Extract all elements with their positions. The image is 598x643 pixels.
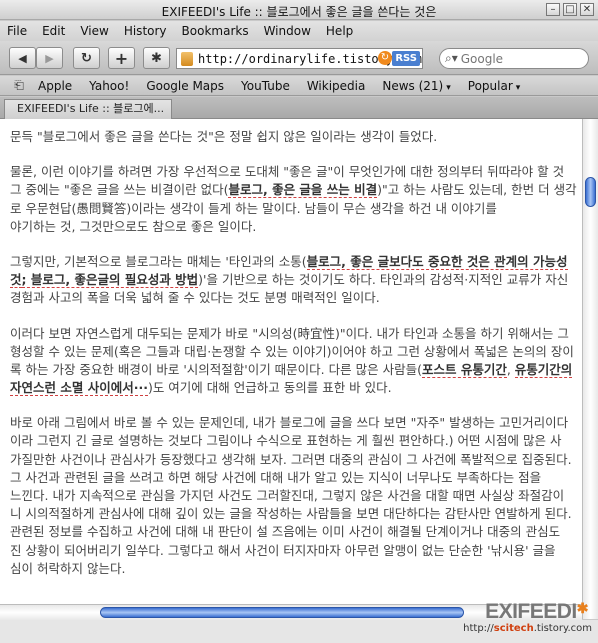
paragraph-line: 경험과 사고의 폭을 더욱 넓혀 줄 수 있다는 것도 분명 매력적인 일이다.	[10, 290, 380, 306]
menu-window[interactable]: Window	[264, 24, 311, 38]
bookmark-popular-label: Popular	[467, 78, 513, 93]
paragraph-line: 것; 블로그, 좋은글의 필요성과 방법)'을 기반으로 하는 것이기도 하다.…	[10, 271, 582, 289]
bug-icon: ✱	[151, 50, 162, 66]
menu-help[interactable]: Help	[326, 24, 353, 38]
article-body: 문득 "블로그에서 좋은 글을 쓴다는 것"은 정말 쉽지 않은 일이라는 생각…	[10, 128, 582, 578]
bookmark-apple[interactable]: Apple	[38, 79, 72, 93]
url-bold: scitech	[493, 623, 534, 634]
bookmark-popular[interactable]: Popular ▾	[468, 79, 521, 93]
menu-bar: File Edit View History Bookmarks Window …	[0, 21, 598, 41]
paragraph-line: 물론, 이런 이야기를 하려면 가장 우선적으로 도대체 "좋은 글"이 무엇인…	[10, 164, 565, 180]
paragraph-line: 록 하는 가장 중요한 배경이 바로 '시의적절함'이기 때문이다. 다른 많은…	[10, 361, 582, 379]
paragraph-line: 야기하는 것, 그것만으로도 참으로 좋은 일이다.	[10, 218, 257, 234]
add-bookmark-button[interactable]: +	[108, 47, 135, 69]
logo-text: EXIFEEDI	[485, 600, 577, 623]
window-title: EXIFEEDI's Life :: 블로그에서 좋은 글을 쓴다는 것은	[161, 5, 437, 19]
bookmark-wikipedia[interactable]: Wikipedia	[307, 79, 366, 93]
bookmark-news[interactable]: News (21) ▾	[382, 79, 450, 93]
article-link[interactable]: ; 블로그, 좋은글의 필요성과 방법	[21, 272, 199, 289]
bug-report-button[interactable]: ✱	[143, 47, 170, 69]
chevron-down-icon: ▾	[446, 82, 451, 93]
paragraph-line: 그렇지만, 기본적으로 블로그라는 매체는 '타인과의 소통(블로그, 좋은 글…	[10, 253, 582, 271]
menu-history[interactable]: History	[124, 24, 167, 38]
text-segment: )도 여기에 대해 언급하고 동의를 표한 바 있다.	[147, 380, 392, 396]
vertical-scroll-thumb[interactable]	[585, 177, 596, 207]
vertical-scrollbar[interactable]	[582, 119, 598, 619]
article-link[interactable]: 자연스런 소멸 사이에서···	[10, 380, 148, 397]
tab-bar: EXIFEEDI's Life :: 블로그에...	[0, 97, 598, 119]
minimize-button[interactable]: –	[546, 3, 560, 16]
bookmarks-bar: ⎗ Apple Yahoo! Google Maps YouTube Wikip…	[0, 76, 598, 96]
chevron-down-icon: ▾	[515, 82, 521, 93]
paragraph-line: 그 중에는 "좋은 글을 쓰는 비결이란 없다(블로그, 좋은 글을 쓰는 비결…	[10, 181, 582, 199]
title-bar: EXIFEEDI's Life :: 블로그에서 좋은 글을 쓴다는 것은 – …	[0, 0, 598, 20]
close-button[interactable]: ✕	[580, 3, 594, 16]
paragraph-line: 문득 "블로그에서 좋은 글을 쓴다는 것"은 정말 쉽지 않은 일이라는 생각…	[10, 129, 438, 144]
paragraph-line: 가질만한 사건이나 관심사가 등장했다고 생각해 보자. 그러면 대중의 관심이…	[10, 451, 572, 467]
search-input[interactable]	[460, 51, 581, 66]
reload-button[interactable]: ↻	[73, 47, 100, 69]
window-controls: – □ ✕	[546, 3, 594, 16]
bookmark-youtube[interactable]: YouTube	[241, 79, 290, 93]
forward-button[interactable]: ▶	[36, 47, 63, 69]
tab-current[interactable]: EXIFEEDI's Life :: 블로그에...	[4, 99, 172, 119]
article-link[interactable]: 포스트 유통기간	[421, 361, 507, 378]
toolbar: ◀ ▶ ↻ + ✱ http://ordinarylife.tistory.co…	[0, 41, 598, 75]
paragraph-line: 바로 아래 그림에서 바로 볼 수 있는 문제인데, 내가 블로그에 글을 쓰다…	[10, 415, 569, 431]
url-suffix: .tistory.com	[533, 623, 592, 634]
url-prefix: http://	[463, 623, 494, 634]
paragraph-line: 이라 그런지 긴 글로 설명하는 것보다 그림이나 수식으로 표현하는 게 훨씬…	[10, 433, 562, 449]
search-field[interactable]: ⌕▾	[439, 48, 589, 69]
text-segment: 그 중에는 "좋은 글을 쓰는 비결이란 없다(	[10, 182, 229, 198]
url-reload-icon[interactable]: ↻	[378, 51, 392, 65]
back-button[interactable]: ◀	[9, 47, 36, 69]
text-segment: 록 하는 가장 중요한 배경이 바로 '시의적절함'이기 때문이다. 다른 많은…	[10, 361, 422, 377]
article-link[interactable]: 블로그, 좋은 글을 쓰는 비결	[228, 182, 378, 199]
star-icon: ✱	[576, 600, 589, 616]
menu-bookmarks[interactable]: Bookmarks	[182, 24, 249, 38]
paragraph-line: 자연스런 소멸 사이에서···)도 여기에 대해 언급하고 동의를 표한 바 있…	[10, 379, 582, 397]
maximize-button[interactable]: □	[563, 3, 577, 16]
article-link[interactable]: 블로그, 좋은 글보다도 중요한 것은 관계의 가능성	[306, 253, 568, 270]
rss-badge[interactable]: RSS	[392, 51, 420, 66]
paragraph-line: 형성할 수 있는 문제(혹은 그들과 대립·논쟁할 수 있는 이야기)이어야 하…	[10, 343, 574, 359]
back-icon: ◀	[18, 51, 27, 65]
bookmark-yahoo[interactable]: Yahoo!	[89, 79, 129, 93]
plus-icon: +	[114, 48, 129, 68]
text-segment: 그렇지만, 기본적으로 블로그라는 매체는 '타인과의 소통(	[10, 253, 307, 269]
page-content: 문득 "블로그에서 좋은 글을 쓴다는 것"은 정말 쉽지 않은 일이라는 생각…	[0, 119, 582, 619]
text-segment: )"고 하는 사람도 있는데, 한번 더 생각	[377, 182, 577, 198]
menu-view[interactable]: View	[80, 24, 108, 38]
paragraph-line: 심이 허락하지 않는다.	[10, 560, 126, 576]
exifeedi-logo: EXIFEEDI✱	[485, 600, 588, 624]
paragraph-line: 이러다 보면 자연스럽게 대두되는 문제가 바로 "시의성(時宜性)"이다. 내…	[10, 325, 569, 341]
paragraph-line: 관련된 정보를 수집하고 사건에 대해 내 판단이 설 즈음에는 이미 사건이 …	[10, 524, 561, 540]
status-bar: EXIFEEDI✱ http://scitech.tistory.com	[0, 600, 598, 643]
text-segment: ,	[506, 361, 515, 377]
bookmark-google-maps[interactable]: Google Maps	[146, 79, 224, 93]
bookmark-news-label: News (21)	[382, 78, 444, 93]
address-bar[interactable]: http://ordinarylife.tistory.com ↻ RSS	[176, 48, 423, 69]
paragraph-line: 진 상황이 되어버리기 일쑤다. 그렇다고 해서 사건이 터지자마자 아무런 알…	[10, 542, 556, 558]
menu-edit[interactable]: Edit	[42, 24, 65, 38]
text-segment: )'을 기반으로 하는 것이기도 하다. 타인과의 감성적·지적인 교류가 자신	[198, 272, 569, 288]
forward-icon: ▶	[45, 51, 54, 65]
site-favicon	[181, 51, 194, 66]
paragraph-line: 느낀다. 내가 지속적으로 관심을 가지던 사건도 그러할진대, 그렇지 않은 …	[10, 488, 565, 503]
paragraph-line: 니 시의적절하게 관심사에 대해 깊이 있는 글을 작성하는 사람들을 보면 대…	[10, 506, 572, 522]
paragraph-line: 그 사건과 관련된 글을 쓰려고 하면 해당 사건에 대해 내가 알고 있는 지…	[10, 469, 542, 485]
reload-icon: ↻	[81, 50, 92, 66]
article-link[interactable]: 유통기간의	[514, 361, 573, 378]
menu-file[interactable]: File	[7, 24, 27, 38]
horizontal-scroll-thumb[interactable]	[100, 607, 464, 618]
paragraph-line: 로 우문현답(愚問賢答)이라는 생각이 들게 하는 말이다. 남들이 무슨 생각…	[10, 200, 497, 216]
book-icon[interactable]: ⎗	[0, 78, 38, 93]
search-icon[interactable]: ⌕▾	[445, 51, 458, 66]
article-link[interactable]: 것	[10, 272, 22, 289]
watermark-url: http://scitech.tistory.com	[463, 623, 592, 634]
